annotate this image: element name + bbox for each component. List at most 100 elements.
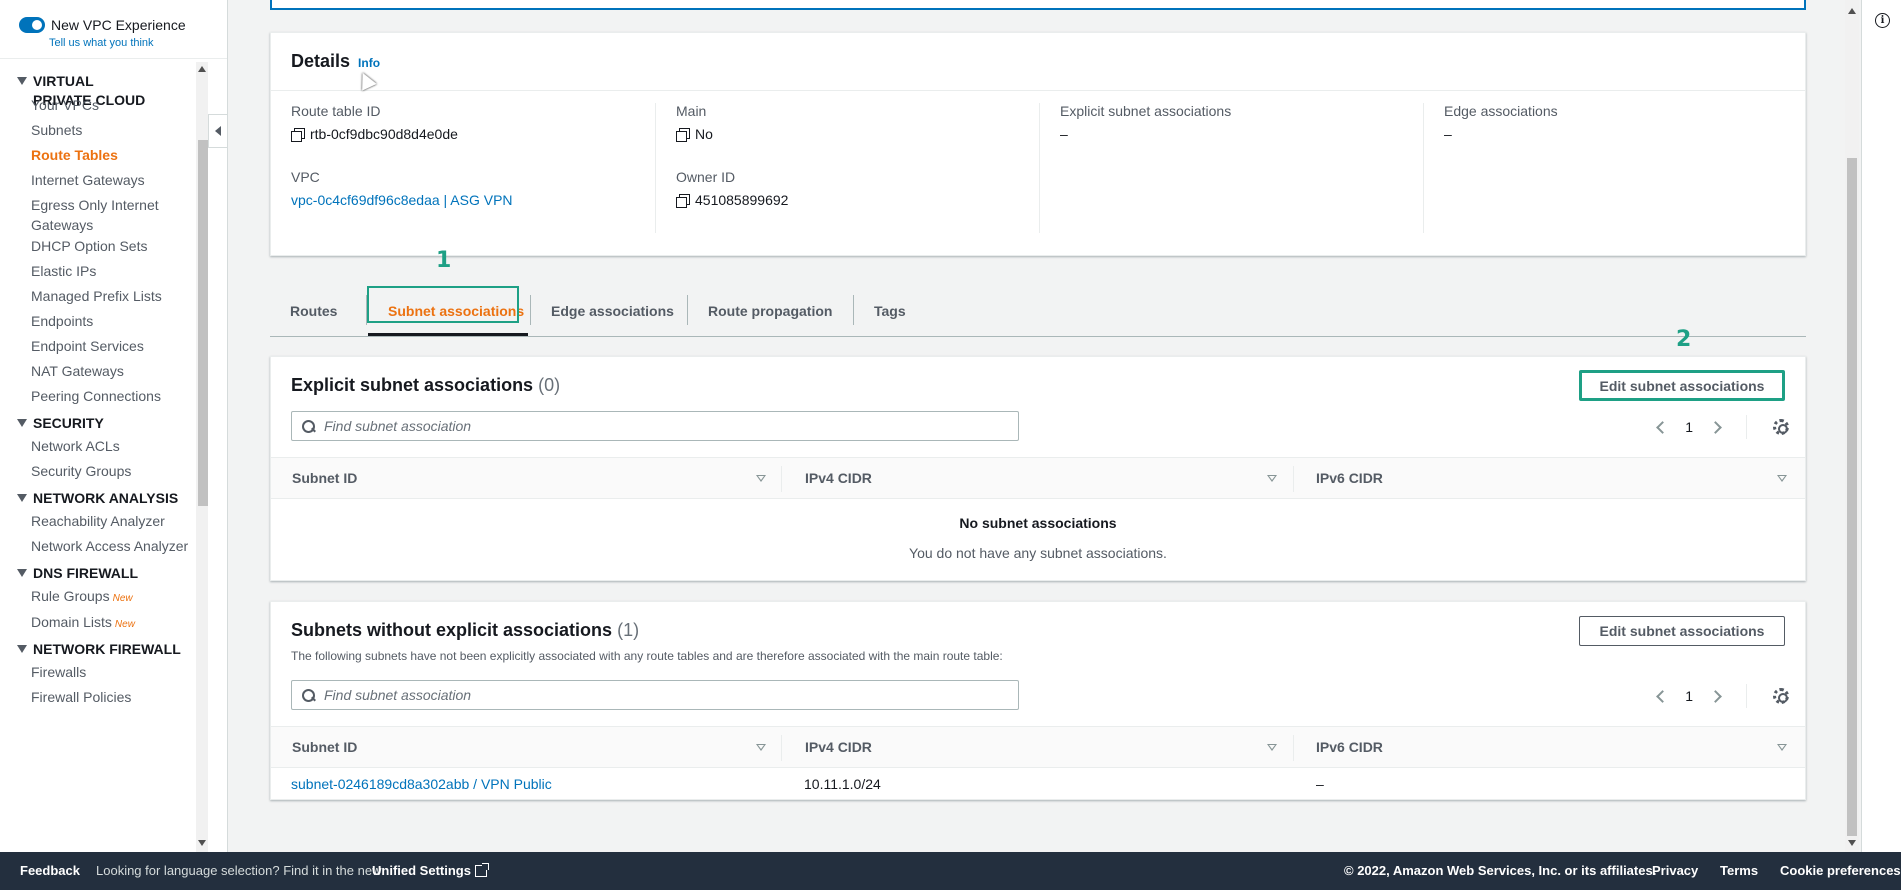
sidebar-scrollbar[interactable]: [196, 62, 208, 852]
route-table-id-label: Route table ID: [291, 103, 381, 119]
subnet-link[interactable]: subnet-0246189cd8a302abb / VPN Public: [291, 776, 552, 792]
nav-item-firewalls[interactable]: Firewalls: [31, 662, 86, 682]
nav-item-security-groups[interactable]: Security Groups: [31, 461, 131, 481]
annotation-2: 2: [1676, 327, 1692, 352]
page-number[interactable]: 1: [1685, 688, 1693, 704]
details-col-2: Main No Owner ID 451085899692: [655, 103, 1039, 233]
search-box[interactable]: [291, 680, 1019, 710]
nav-item-internet-gateways[interactable]: Internet Gateways: [31, 170, 145, 190]
column-divider: [1293, 735, 1294, 761]
sort-icon[interactable]: [756, 475, 766, 482]
chevron-left-icon[interactable]: [1656, 689, 1670, 703]
route-table-id-text: rtb-0cf9dbc90d8d4e0de: [310, 126, 458, 142]
nav-item-dhcp-option-sets[interactable]: DHCP Option Sets: [31, 236, 147, 256]
sort-icon[interactable]: [1777, 475, 1787, 482]
nav-item-peering-connections[interactable]: Peering Connections: [31, 386, 161, 406]
search-input[interactable]: [324, 418, 974, 434]
nav-section-dns-firewall[interactable]: DNS FIREWALL: [17, 564, 138, 583]
nav-item-managed-prefix-lists[interactable]: Managed Prefix Lists: [31, 286, 162, 306]
panel-count: (1): [617, 620, 640, 640]
sidebar: New VPC Experience Tell us what you thin…: [0, 0, 228, 852]
copyright: © 2022, Amazon Web Services, Inc. or its…: [1344, 863, 1657, 878]
ipv6-cidr-cell: –: [1316, 776, 1324, 792]
nav-section-network-firewall[interactable]: NETWORK FIREWALL: [17, 640, 181, 659]
nav-item-domain-lists[interactable]: Domain Lists New: [31, 612, 135, 635]
nav-item-your-vpcs[interactable]: Your VPCs: [31, 95, 99, 115]
nav-item-endpoint-services[interactable]: Endpoint Services: [31, 336, 144, 356]
nav-item-network-acls[interactable]: Network ACLs: [31, 436, 120, 456]
sort-icon[interactable]: [1267, 744, 1277, 751]
vpc-link[interactable]: vpc-0c4cf69df96c8edaa | ASG VPN: [291, 192, 656, 208]
nav-section-network-analysis[interactable]: NETWORK ANALYSIS: [17, 489, 178, 508]
nav-item-egress-only-internet-gateways[interactable]: Egress Only Internet Gateways: [31, 195, 171, 235]
gear-icon[interactable]: [1773, 419, 1789, 435]
explicit-subnet-associations-panel: Explicit subnet associations (0) Edit su…: [270, 356, 1806, 581]
sort-icon[interactable]: [1267, 475, 1277, 482]
divider: [0, 58, 227, 59]
panel-description: The following subnets have not been expl…: [291, 649, 1003, 663]
page-number[interactable]: 1: [1685, 419, 1693, 435]
column-divider: [781, 466, 782, 492]
main-value: No: [676, 126, 1039, 142]
new-vpc-experience-toggle-row[interactable]: New VPC Experience: [19, 17, 186, 33]
tab-routes[interactable]: Routes: [270, 287, 357, 335]
nav-section-security[interactable]: SECURITY: [17, 414, 104, 433]
scroll-down-icon[interactable]: [198, 840, 206, 846]
column-header-ipv4-cidr[interactable]: IPv4 CIDR: [784, 727, 872, 767]
unified-settings-link[interactable]: Unified Settings: [372, 862, 489, 878]
scroll-down-icon[interactable]: [1848, 840, 1856, 846]
main-scrollbar[interactable]: [1845, 0, 1859, 852]
tab-edge-associations[interactable]: Edge associations: [531, 287, 694, 335]
column-header-ipv4-cidr[interactable]: IPv4 CIDR: [784, 458, 872, 498]
nav-item-network-access-analyzer[interactable]: Network Access Analyzer: [31, 536, 188, 556]
copy-icon[interactable]: [676, 127, 690, 142]
nav-item-label: Domain Lists: [31, 614, 112, 630]
column-header-subnet-id[interactable]: Subnet ID: [271, 458, 357, 498]
chevron-left-icon[interactable]: [1656, 420, 1670, 434]
sort-icon[interactable]: [1777, 744, 1787, 751]
empty-state-description: You do not have any subnet associations.: [909, 545, 1167, 561]
feedback-link[interactable]: Feedback: [20, 863, 80, 878]
info-link[interactable]: Info: [358, 56, 380, 70]
copy-icon[interactable]: [291, 127, 305, 142]
sort-icon[interactable]: [756, 744, 766, 751]
edit-subnet-associations-button[interactable]: Edit subnet associations: [1579, 616, 1785, 646]
chevron-right-icon[interactable]: [1709, 420, 1722, 434]
nav-item-route-tables[interactable]: Route Tables: [31, 145, 118, 165]
nav-item-firewall-policies[interactable]: Firewall Policies: [31, 687, 131, 707]
gear-icon[interactable]: [1773, 688, 1789, 704]
table-header: Subnet ID IPv4 CIDR IPv6 CIDR: [271, 457, 1805, 499]
section-title: NETWORK FIREWALL: [33, 641, 181, 657]
search-box[interactable]: [291, 411, 1019, 441]
nav-item-elastic-ips[interactable]: Elastic IPs: [31, 261, 96, 281]
privacy-link[interactable]: Privacy: [1652, 863, 1698, 878]
tell-us-link[interactable]: Tell us what you think: [49, 37, 154, 49]
scroll-up-icon[interactable]: [1848, 8, 1856, 14]
nav-item-subnets[interactable]: Subnets: [31, 120, 82, 140]
nav-item-reachability-analyzer[interactable]: Reachability Analyzer: [31, 511, 165, 531]
search-input[interactable]: [324, 687, 974, 703]
tab-route-propagation[interactable]: Route propagation: [688, 287, 852, 335]
column-header-subnet-id[interactable]: Subnet ID: [271, 727, 357, 767]
column-header-ipv6-cidr[interactable]: IPv6 CIDR: [1295, 727, 1383, 767]
caret-down-icon: [17, 419, 27, 427]
column-header-ipv6-cidr[interactable]: IPv6 CIDR: [1295, 458, 1383, 498]
cookie-preferences-link[interactable]: Cookie preferences: [1780, 863, 1901, 878]
chevron-right-icon[interactable]: [1709, 689, 1722, 703]
tab-tags[interactable]: Tags: [854, 287, 926, 335]
caret-down-icon: [17, 494, 27, 502]
scrollbar-thumb[interactable]: [1847, 158, 1857, 836]
section-title: DNS FIREWALL: [33, 565, 138, 581]
toggle-switch[interactable]: [19, 17, 45, 33]
collapse-sidebar-button[interactable]: [208, 114, 228, 148]
nav-item-nat-gateways[interactable]: NAT Gateways: [31, 361, 124, 381]
copy-icon[interactable]: [676, 193, 690, 208]
edit-subnet-associations-button[interactable]: Edit subnet associations: [1579, 370, 1785, 401]
scrollbar-thumb[interactable]: [198, 140, 208, 506]
terms-link[interactable]: Terms: [1720, 863, 1758, 878]
scroll-up-icon[interactable]: [198, 66, 206, 72]
info-icon[interactable]: i: [1875, 13, 1890, 28]
nav-item-rule-groups[interactable]: Rule Groups New: [31, 586, 133, 609]
nav-item-endpoints[interactable]: Endpoints: [31, 311, 93, 331]
previous-panel-edge: [270, 0, 1806, 10]
